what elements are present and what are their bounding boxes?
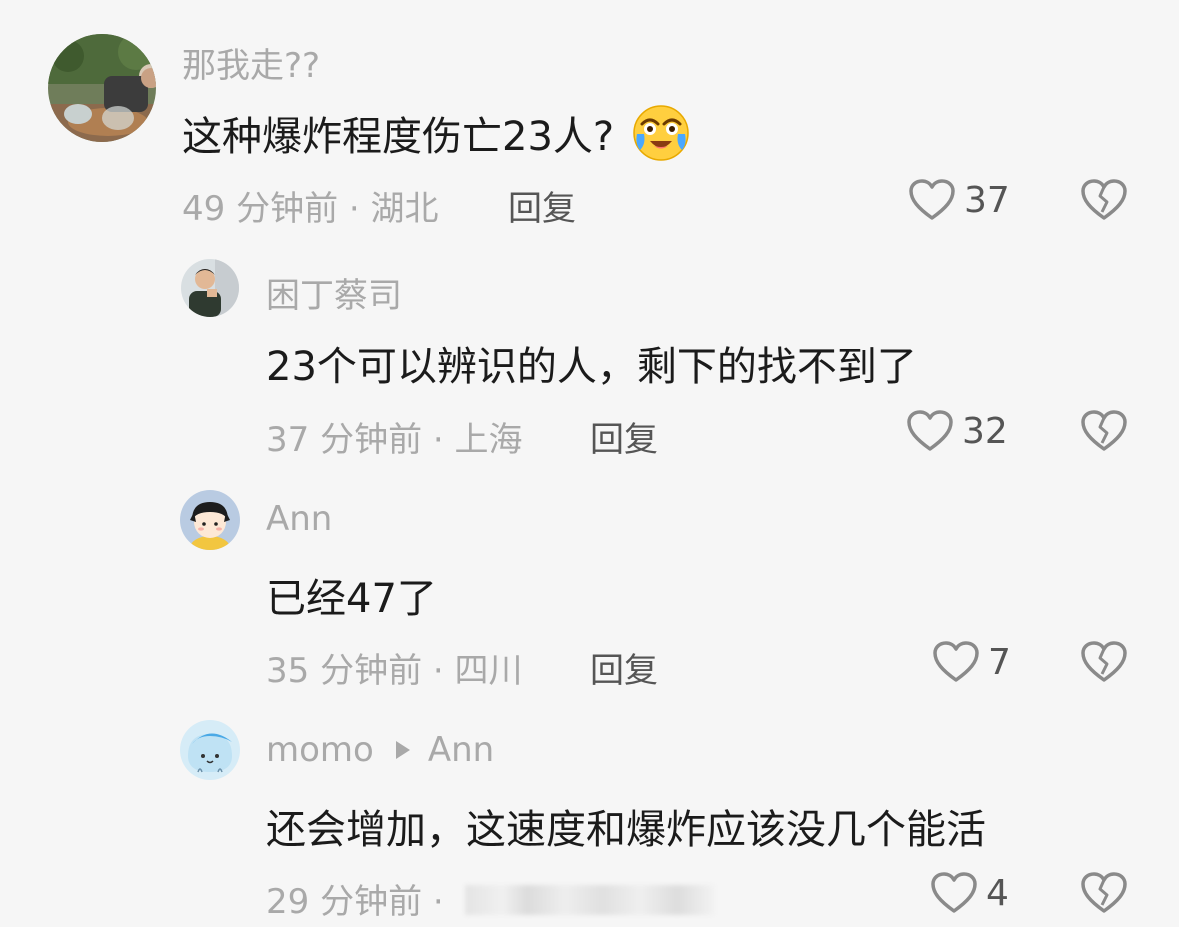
comment-content: 还会增加，这速度和爆炸应该没几个能活 (266, 807, 986, 853)
comment-meta: 37 分钟前 · 上海 (266, 412, 523, 461)
heart-icon (907, 410, 953, 451)
reply-button[interactable]: 回复 (590, 412, 658, 461)
location: 湖北 (370, 189, 439, 229)
dislike-button[interactable] (1080, 178, 1128, 226)
username[interactable]: 那我走?? (182, 38, 320, 87)
like-button[interactable]: 32 (906, 409, 1008, 453)
like-count: 37 (964, 179, 1010, 221)
reply-button[interactable]: 回复 (590, 643, 658, 692)
username[interactable]: 困丁蔡司 (266, 268, 402, 317)
comment-text: 这种爆炸程度伤亡23人? (182, 104, 690, 162)
avatar[interactable] (180, 490, 240, 550)
like-count: 4 (986, 872, 1009, 914)
reply-arrow-icon (395, 740, 410, 759)
reply-button[interactable]: 回复 (508, 181, 576, 230)
broken-heart-icon (1081, 179, 1127, 220)
comment-meta: 49 分钟前 · 湖北 (182, 181, 439, 230)
blurred-location (464, 884, 715, 915)
avatar[interactable] (181, 259, 239, 317)
username[interactable]: Ann (266, 499, 332, 539)
reply-to-username[interactable]: Ann (428, 730, 494, 770)
separator: · (432, 882, 444, 922)
like-count: 7 (988, 641, 1011, 683)
comment-content: 已经47了 (266, 576, 437, 622)
broken-heart-icon (1081, 641, 1127, 682)
timestamp: 37 分钟前 (266, 420, 423, 460)
like-button[interactable]: 37 (908, 178, 1010, 222)
heart-icon (909, 179, 955, 220)
heart-icon (933, 641, 979, 682)
comment-meta: 35 分钟前 · 四川 (266, 643, 523, 692)
timestamp: 35 分钟前 (266, 651, 423, 691)
location: 四川 (454, 651, 523, 691)
username-line: momo Ann (266, 730, 494, 770)
broken-heart-icon (1081, 410, 1127, 451)
like-button[interactable]: 7 (932, 640, 1011, 684)
like-count: 32 (962, 410, 1008, 452)
comment-list: 那我走?? 这种爆炸程度伤亡23人? 49 分钟前 · 湖北 回复 37 困丁蔡… (0, 0, 1179, 927)
timestamp: 49 分钟前 (182, 189, 339, 229)
dislike-button[interactable] (1080, 640, 1128, 688)
separator: · (432, 420, 444, 460)
comment-content: 23个可以辨识的人，剩下的找不到了 (266, 344, 917, 390)
like-button[interactable]: 4 (930, 871, 1009, 915)
broken-heart-icon (1081, 872, 1127, 913)
location: 上海 (454, 420, 523, 460)
comment-content: 这种爆炸程度伤亡23人? (182, 114, 615, 160)
crying-laughing-emoji-icon (632, 104, 690, 162)
dislike-button[interactable] (1080, 871, 1128, 919)
separator: · (432, 651, 444, 691)
dislike-button[interactable] (1080, 409, 1128, 457)
heart-icon (931, 872, 977, 913)
username[interactable]: momo (266, 730, 374, 770)
avatar[interactable] (48, 34, 156, 142)
timestamp: 29 分钟前 (266, 882, 423, 922)
comment-meta: 29 分钟前 · (266, 874, 715, 923)
avatar[interactable] (180, 720, 240, 780)
separator: · (348, 189, 360, 229)
